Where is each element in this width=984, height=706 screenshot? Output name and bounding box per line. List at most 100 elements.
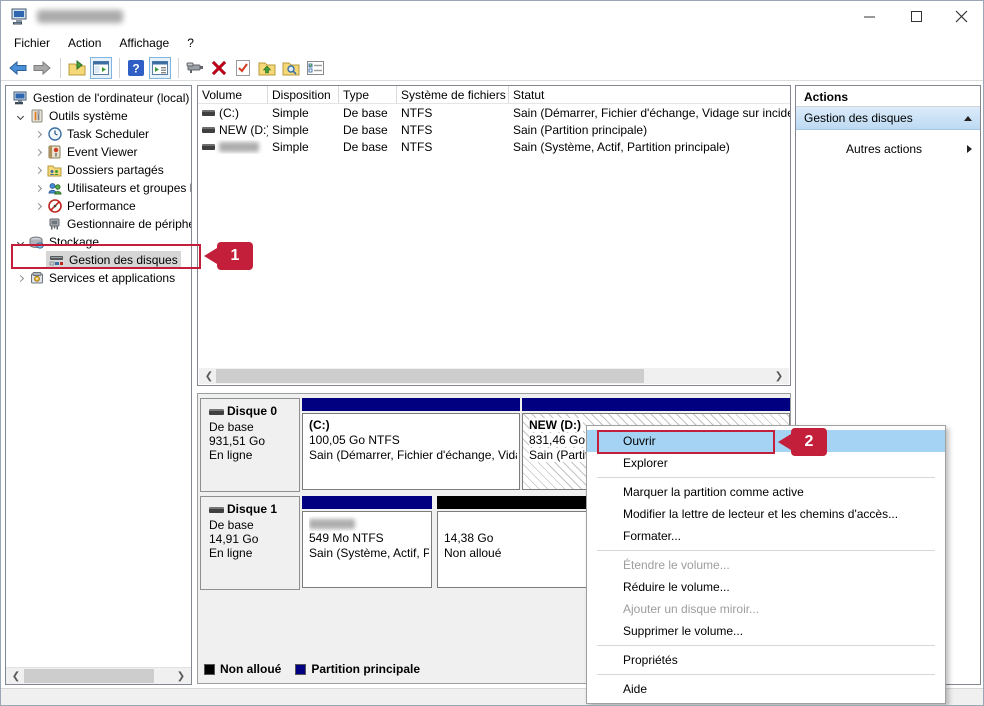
tree-item-gestionnaire-peripheriques[interactable]: Gestionnaire de périphé (6, 215, 191, 233)
tree-item-gestion-ordinateur[interactable]: Gestion de l'ordinateur (local) (6, 89, 191, 107)
scrollbar-thumb[interactable] (24, 669, 154, 683)
title-bar (1, 1, 983, 31)
volume-row-new-d[interactable]: NEW (D:) Simple De base NTFS Sain (Parti… (198, 121, 790, 138)
menu-separator (597, 674, 935, 675)
event-log-icon (46, 144, 63, 160)
menu-help[interactable]: ? (178, 33, 203, 53)
menu-item-aide[interactable]: Aide (587, 678, 945, 700)
svg-text:?: ? (132, 61, 139, 75)
volume-row-redacted[interactable]: Simple De base NTFS Sain (Système, Actif… (198, 138, 790, 155)
close-button[interactable] (945, 1, 977, 31)
actions-item-autres-actions[interactable]: Autres actions (796, 138, 980, 160)
document-check-icon[interactable] (232, 57, 254, 79)
clock-icon (46, 126, 63, 142)
volume-list-header: Volume Disposition Type Système de fichi… (198, 86, 790, 104)
chevron-collapsed-icon[interactable] (12, 276, 28, 281)
toolbar-separator (60, 58, 61, 78)
chevron-collapsed-icon[interactable] (30, 132, 46, 137)
actions-group-gestion-des-disques[interactable]: Gestion des disques (796, 107, 980, 130)
volume-icon (202, 110, 215, 116)
legend-unallocated-swatch (204, 664, 215, 675)
menu-item-etendre-volume: Étendre le volume... (587, 554, 945, 576)
folder-search-icon[interactable] (280, 57, 302, 79)
column-header-disposition[interactable]: Disposition (268, 86, 339, 103)
scroll-left-icon[interactable]: ❮ (8, 668, 24, 684)
tree-item-performance[interactable]: Performance (6, 197, 191, 215)
legend-primary-swatch (295, 664, 306, 675)
disk-icon (209, 507, 224, 513)
menu-affichage[interactable]: Affichage (110, 33, 178, 53)
menu-separator (597, 477, 935, 478)
delete-icon[interactable] (208, 57, 230, 79)
redacted-volume-name (219, 142, 259, 152)
annotation-box-step2 (597, 430, 775, 454)
scroll-right-icon[interactable]: ❯ (771, 368, 787, 384)
help-icon[interactable]: ? (125, 57, 147, 79)
scroll-left-icon[interactable]: ❮ (201, 368, 217, 384)
computer-management-app-icon (11, 8, 28, 25)
column-header-statut[interactable]: Statut (509, 86, 790, 103)
legend: Non alloué Partition principale (204, 661, 434, 677)
column-header-volume[interactable]: Volume (198, 86, 268, 103)
action-pane-icon[interactable] (149, 57, 171, 79)
menu-item-reduire-volume[interactable]: Réduire le volume... (587, 576, 945, 598)
properties-icon[interactable] (304, 57, 326, 79)
tree-item-event-viewer[interactable]: Event Viewer (6, 143, 191, 161)
tree-item-services-applications[interactable]: Services et applications (6, 269, 191, 287)
rescan-icon[interactable] (184, 57, 206, 79)
volume-row-c[interactable]: (C:) Simple De base NTFS Sain (Démarrer,… (198, 104, 790, 121)
menu-action[interactable]: Action (59, 33, 110, 53)
menu-item-modifier-lettre[interactable]: Modifier la lettre de lecteur et les che… (587, 503, 945, 525)
partition-c[interactable]: (C:) 100,05 Go NTFS Sain (Démarrer, Fich… (302, 398, 520, 490)
folder-export-icon[interactable] (66, 57, 88, 79)
menu-item-formater[interactable]: Formater... (587, 525, 945, 547)
disk0-label[interactable]: Disque 0 De base 931,51 Go En ligne (200, 398, 300, 492)
console-window-icon[interactable] (90, 57, 112, 79)
column-header-type[interactable]: Type (339, 86, 397, 103)
menu-fichier[interactable]: Fichier (5, 33, 59, 53)
partition-system-redacted[interactable]: 549 Mo NTFS Sain (Système, Actif, P (302, 496, 432, 588)
toolbar-separator (119, 58, 120, 78)
disk-icon (209, 409, 224, 415)
annotation-badge-step1: 1 (204, 242, 253, 270)
menu-item-marquer-active[interactable]: Marquer la partition comme active (587, 481, 945, 503)
back-icon[interactable] (7, 57, 29, 79)
tree-item-utilisateurs-groupes[interactable]: Utilisateurs et groupes l (6, 179, 191, 197)
badge-tail-icon (204, 248, 217, 264)
maximize-button[interactable] (900, 1, 932, 31)
annotation-badge-step2: 2 (778, 428, 827, 456)
chevron-collapsed-icon[interactable] (30, 150, 46, 155)
menu-item-explorer[interactable]: Explorer (587, 452, 945, 474)
actions-header: Actions (796, 86, 980, 107)
chevron-expanded-icon[interactable] (12, 114, 28, 119)
window-title-redacted (37, 10, 123, 23)
column-header-file-system[interactable]: Système de fichiers (397, 86, 509, 103)
forward-icon[interactable] (31, 57, 53, 79)
volume-icon (202, 127, 215, 133)
tree-item-outils-systeme[interactable]: Outils système (6, 107, 191, 125)
toolbar: ? (1, 55, 983, 81)
menu-separator (597, 550, 935, 551)
services-icon (28, 270, 45, 286)
chevron-collapsed-icon[interactable] (30, 168, 46, 173)
menu-item-proprietes[interactable]: Propriétés (587, 649, 945, 671)
tree-horizontal-scrollbar[interactable]: ❮ ❯ (6, 667, 191, 684)
device-manager-icon (46, 216, 63, 232)
menu-item-supprimer-volume[interactable]: Supprimer le volume... (587, 620, 945, 642)
chevron-collapsed-icon[interactable] (30, 204, 46, 209)
tree-item-dossiers-partages[interactable]: Dossiers partagés (6, 161, 191, 179)
disk1-label[interactable]: Disque 1 De base 14,91 Go En ligne (200, 496, 300, 590)
tree-item-task-scheduler[interactable]: Task Scheduler (6, 125, 191, 143)
volume-list-horizontal-scrollbar[interactable]: ❮ ❯ (199, 368, 789, 384)
scrollbar-thumb[interactable] (216, 369, 644, 383)
folder-up-icon[interactable] (256, 57, 278, 79)
menu-bar: Fichier Action Affichage ? (1, 31, 983, 55)
redacted-partition-name (309, 519, 355, 529)
collapse-icon[interactable] (964, 116, 972, 121)
minimize-button[interactable] (853, 1, 885, 31)
chevron-collapsed-icon[interactable] (30, 186, 46, 191)
scroll-right-icon[interactable]: ❯ (173, 668, 189, 684)
badge-tail-icon (778, 434, 791, 450)
menu-item-ajouter-miroir: Ajouter un disque miroir... (587, 598, 945, 620)
menu-separator (597, 645, 935, 646)
